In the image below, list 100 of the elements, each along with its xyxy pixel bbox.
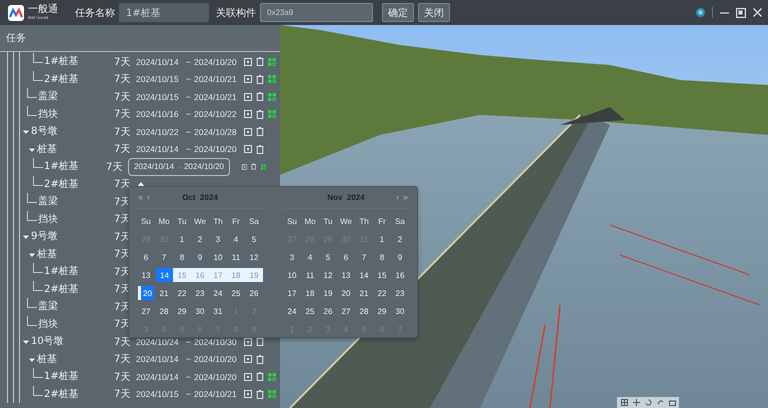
close-button[interactable]: 关闭 (418, 3, 450, 22)
delete-icon[interactable] (256, 354, 264, 364)
link-component-icon[interactable] (268, 58, 276, 66)
calendar-day[interactable]: 8 (373, 251, 391, 263)
delete-icon[interactable] (256, 127, 264, 136)
calendar-day[interactable]: 16 (391, 269, 409, 281)
expand-toggle-icon[interactable] (29, 356, 35, 362)
edit-icon[interactable] (242, 162, 248, 171)
calendar-day[interactable]: 24 (209, 287, 227, 299)
edit-icon[interactable] (244, 75, 252, 84)
calendar-day[interactable]: 5 (245, 233, 263, 245)
task-name[interactable]: 挡块 (38, 108, 58, 120)
delete-icon[interactable] (256, 110, 264, 119)
calendar-day[interactable]: 9 (191, 251, 209, 263)
task-name[interactable]: 挡块 (38, 318, 58, 330)
delete-icon[interactable] (256, 92, 264, 102)
task-name[interactable]: 盖梁 (38, 301, 58, 313)
calendar-day[interactable]: 16 (191, 268, 209, 282)
edit-icon[interactable] (244, 372, 252, 381)
calendar-day[interactable]: 17 (283, 287, 301, 299)
calendar-day[interactable]: 27 (137, 305, 155, 317)
next-month-button[interactable]: › (394, 193, 400, 202)
calendar-day[interactable]: 30 (391, 305, 409, 317)
task-name-field[interactable]: 1#桩基 (119, 3, 209, 22)
task-name[interactable]: 2#桩基 (44, 74, 79, 86)
link-component-icon[interactable] (268, 390, 276, 398)
calendar-day[interactable]: 26 (245, 287, 263, 299)
previous-year-button[interactable]: « (137, 193, 144, 202)
settings-icon[interactable] (695, 7, 706, 18)
delete-icon[interactable] (256, 57, 264, 66)
calendar-day[interactable]: 7 (355, 251, 373, 263)
calendar-day[interactable]: 15 (173, 268, 191, 282)
grid-icon[interactable] (621, 399, 628, 406)
restore-icon[interactable] (736, 8, 746, 18)
delete-icon[interactable] (256, 144, 264, 154)
calendar-day[interactable]: 6 (337, 251, 355, 263)
close-icon[interactable] (753, 8, 762, 17)
edit-icon[interactable] (244, 128, 252, 136)
calendar-day[interactable]: 22 (173, 287, 191, 299)
task-name[interactable]: 1#桩基 (44, 56, 79, 68)
delete-icon[interactable] (256, 337, 264, 346)
calendar-day[interactable]: 12 (245, 251, 263, 263)
expand-toggle-icon[interactable] (23, 339, 29, 345)
rotate-icon[interactable] (645, 399, 652, 406)
expand-toggle-icon[interactable] (23, 129, 29, 135)
calendar-day[interactable]: 19 (319, 287, 337, 299)
link-component-icon[interactable] (268, 75, 276, 84)
calendar-day[interactable]: 18 (227, 268, 245, 282)
calendar-day[interactable]: 4 (227, 233, 245, 245)
calendar-day[interactable]: 23 (191, 287, 209, 299)
task-name[interactable]: 8号墩 (31, 126, 58, 138)
calendar-day[interactable]: 8 (173, 251, 191, 263)
calendar-day[interactable]: 18 (301, 287, 319, 299)
task-name[interactable]: 桩基 (37, 354, 57, 366)
edit-icon[interactable] (244, 145, 252, 154)
related-component-field[interactable]: 0x23a9 (260, 3, 373, 22)
task-name[interactable]: 1#桩基 (44, 266, 79, 278)
delete-icon[interactable] (256, 372, 264, 382)
calendar-day[interactable]: 14 (156, 268, 173, 282)
calendar-day[interactable]: 21 (155, 287, 173, 299)
calendar-day[interactable]: 6 (137, 251, 155, 263)
calendar-day[interactable]: 25 (301, 305, 319, 317)
calendar-day[interactable]: 29 (173, 305, 191, 317)
calendar-day[interactable]: 13 (137, 269, 155, 281)
expand-toggle-icon[interactable] (29, 146, 35, 152)
calendar-day[interactable]: 7 (155, 251, 173, 263)
task-name[interactable]: 桩基 (37, 144, 57, 156)
delete-icon[interactable] (256, 74, 264, 84)
task-name[interactable]: 2#桩基 (44, 388, 79, 400)
calendar-day[interactable]: 30 (191, 305, 209, 317)
edit-icon[interactable] (244, 58, 252, 66)
calendar-day[interactable]: 5 (319, 251, 337, 263)
calendar-day[interactable]: 22 (373, 287, 391, 299)
edit-icon[interactable] (244, 92, 252, 101)
calendar-day[interactable]: 10 (209, 251, 227, 263)
task-name[interactable]: 2#桩基 (44, 178, 79, 190)
edit-icon[interactable] (244, 338, 252, 346)
task-name[interactable]: 9号墩 (31, 231, 58, 243)
calendar-day[interactable]: 26 (319, 305, 337, 317)
edit-icon[interactable] (244, 110, 252, 118)
edit-icon[interactable] (244, 390, 252, 398)
calendar-day[interactable]: 1 (173, 233, 191, 245)
calendar-day[interactable]: 3 (283, 251, 301, 263)
calendar-day[interactable]: 20 (138, 286, 154, 300)
calendar-day[interactable]: 23 (391, 287, 409, 299)
calendar-day[interactable]: 3 (209, 233, 227, 245)
delete-icon[interactable] (251, 162, 257, 172)
task-name[interactable]: 挡块 (38, 214, 58, 226)
calendar-day[interactable]: 1 (373, 233, 391, 245)
calendar-day[interactable]: 14 (355, 269, 373, 281)
task-name[interactable]: 1#桩基 (44, 161, 79, 173)
confirm-button[interactable]: 确定 (382, 3, 414, 22)
calendar-day[interactable]: 13 (337, 269, 355, 281)
minimize-icon[interactable] (720, 12, 729, 14)
calendar-day[interactable]: 19 (245, 268, 263, 282)
delete-icon[interactable] (256, 390, 264, 399)
link-component-icon[interactable] (268, 92, 276, 101)
edit-icon[interactable] (244, 355, 252, 364)
previous-month-button[interactable]: ‹ (146, 193, 152, 202)
calendar-day[interactable]: 28 (155, 305, 173, 317)
